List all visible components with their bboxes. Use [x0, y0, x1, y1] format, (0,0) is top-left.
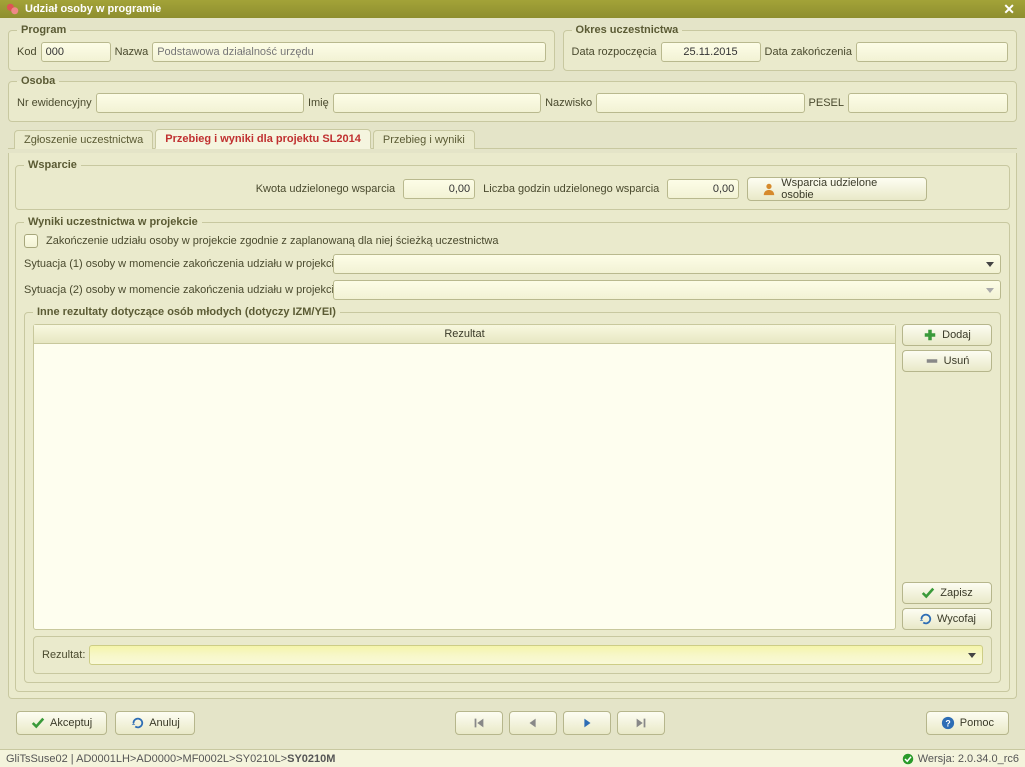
check-icon — [921, 586, 935, 600]
minus-icon — [925, 354, 939, 368]
tab-przebieg-sl2014[interactable]: Przebieg i wyniki dla projektu SL2014 — [155, 129, 371, 149]
input-pesel[interactable] — [848, 93, 1008, 113]
help-icon: ? — [941, 716, 955, 730]
button-zapisz[interactable]: Zapisz — [902, 582, 992, 604]
prev-icon — [526, 716, 540, 730]
checkbox-zakonczenie[interactable] — [24, 234, 38, 248]
first-icon — [472, 716, 486, 730]
select-rezultat-bottom[interactable] — [89, 645, 983, 665]
chevron-down-icon — [986, 262, 994, 267]
input-kod[interactable] — [41, 42, 111, 62]
fieldset-wyniki: Wyniki uczestnictwa w projekcie Zakończe… — [15, 216, 1010, 692]
label-rezultat-bottom: Rezultat: — [42, 649, 85, 661]
label-data-start: Data rozpoczęcia — [572, 46, 657, 58]
legend-osoba: Osoba — [17, 75, 59, 87]
label-imie: Imię — [308, 97, 329, 109]
button-pomoc-label: Pomoc — [960, 717, 994, 729]
status-path-current: SY0210M — [287, 753, 335, 765]
tabs: Zgłoszenie uczestnictwa Przebieg i wynik… — [8, 128, 1017, 149]
button-next[interactable] — [563, 711, 611, 735]
input-godziny[interactable] — [667, 179, 739, 199]
input-nazwa[interactable] — [152, 42, 545, 62]
check-icon — [31, 716, 45, 730]
person-icon — [762, 182, 776, 196]
tab-zgloszenie[interactable]: Zgłoszenie uczestnictwa — [14, 130, 153, 149]
label-sytuacja2: Sytuacja (2) osoby w momencie zakończeni… — [24, 284, 329, 296]
app-icon — [6, 2, 20, 16]
button-pomoc[interactable]: ? Pomoc — [926, 711, 1009, 735]
table-header-rezultat: Rezultat — [34, 325, 895, 344]
input-data-start[interactable] — [661, 42, 761, 62]
label-nazwisko: Nazwisko — [545, 97, 592, 109]
svg-text:?: ? — [945, 719, 950, 729]
button-dodaj[interactable]: Dodaj — [902, 324, 992, 346]
label-nazwa: Nazwa — [115, 46, 149, 58]
legend-wyniki: Wyniki uczestnictwa w projekcie — [24, 216, 202, 228]
status-path: GliTsSuse02 | AD0001LH>AD0000>MF0002L>SY… — [6, 753, 902, 765]
table-rezultaty: Rezultat — [33, 324, 896, 630]
input-imie[interactable] — [333, 93, 541, 113]
button-wsparcia-label: Wsparcia udzielone osobie — [781, 177, 912, 201]
status-path-prefix: GliTsSuse02 | AD0001LH>AD0000>MF0002L>SY… — [6, 753, 287, 765]
statusbar: GliTsSuse02 | AD0001LH>AD0000>MF0002L>SY… — [0, 749, 1025, 767]
label-kwota: Kwota udzielonego wsparcia — [256, 183, 395, 195]
footer: Akceptuj Anuluj — [8, 703, 1017, 743]
titlebar: Udział osoby w programie ✕ — [0, 0, 1025, 18]
input-nazwisko[interactable] — [596, 93, 804, 113]
nav-buttons — [455, 711, 665, 735]
fieldset-program: Program Kod Nazwa — [8, 24, 555, 71]
tab-przebieg-wyniki[interactable]: Przebieg i wyniki — [373, 130, 475, 149]
button-wycofaj-label: Wycofaj — [937, 613, 976, 625]
label-pesel: PESEL — [809, 97, 844, 109]
label-data-end: Data zakończenia — [765, 46, 852, 58]
label-nr-ewid: Nr ewidencyjny — [17, 97, 92, 109]
legend-wsparcie: Wsparcie — [24, 159, 81, 171]
chevron-down-icon — [968, 653, 976, 658]
undo-icon — [918, 612, 932, 626]
window-title: Udział osoby w programie — [25, 3, 999, 15]
label-zakonczenie: Zakończenie udziału osoby w projekcie zg… — [46, 235, 498, 247]
next-icon — [580, 716, 594, 730]
legend-program: Program — [17, 24, 70, 36]
button-akceptuj[interactable]: Akceptuj — [16, 711, 107, 735]
button-zapisz-label: Zapisz — [940, 587, 972, 599]
status-version: Wersja: 2.0.34.0_rc6 — [918, 753, 1019, 765]
label-sytuacja1: Sytuacja (1) osoby w momencie zakończeni… — [24, 258, 329, 270]
button-usun-label: Usuń — [944, 355, 970, 367]
legend-okres: Okres uczestnictwa — [572, 24, 683, 36]
label-kod: Kod — [17, 46, 37, 58]
select-sytuacja2[interactable] — [333, 280, 1001, 300]
close-button[interactable]: ✕ — [999, 1, 1019, 18]
select-sytuacja1[interactable] — [333, 254, 1001, 274]
button-first[interactable] — [455, 711, 503, 735]
status-ok-icon — [902, 753, 914, 765]
fieldset-wsparcie: Wsparcie Kwota udzielonego wsparcia Licz… — [15, 159, 1010, 210]
button-last[interactable] — [617, 711, 665, 735]
window: Udział osoby w programie ✕ Program Kod N… — [0, 0, 1025, 767]
undo-icon — [130, 716, 144, 730]
input-kwota[interactable] — [403, 179, 475, 199]
button-dodaj-label: Dodaj — [942, 329, 971, 341]
button-anuluj-label: Anuluj — [149, 717, 180, 729]
chevron-down-icon — [986, 288, 994, 293]
input-data-end[interactable] — [856, 42, 1008, 62]
label-godziny: Liczba godzin udzielonego wsparcia — [483, 183, 659, 195]
button-akceptuj-label: Akceptuj — [50, 717, 92, 729]
fieldset-okres: Okres uczestnictwa Data rozpoczęcia Data… — [563, 24, 1017, 71]
button-prev[interactable] — [509, 711, 557, 735]
button-wsparcia-udzielone[interactable]: Wsparcia udzielone osobie — [747, 177, 927, 201]
button-usun[interactable]: Usuń — [902, 350, 992, 372]
legend-inne-rezultaty: Inne rezultaty dotyczące osób młodych (d… — [33, 306, 340, 318]
tab-content: Wsparcie Kwota udzielonego wsparcia Licz… — [8, 153, 1017, 699]
table-body[interactable] — [34, 344, 895, 629]
button-anuluj[interactable]: Anuluj — [115, 711, 195, 735]
fieldset-inne-rezultaty: Inne rezultaty dotyczące osób młodych (d… — [24, 306, 1001, 683]
input-nr-ewid[interactable] — [96, 93, 304, 113]
plus-icon — [923, 328, 937, 342]
last-icon — [634, 716, 648, 730]
fieldset-osoba: Osoba Nr ewidencyjny Imię Nazwisko PESEL — [8, 75, 1017, 122]
button-wycofaj[interactable]: Wycofaj — [902, 608, 992, 630]
